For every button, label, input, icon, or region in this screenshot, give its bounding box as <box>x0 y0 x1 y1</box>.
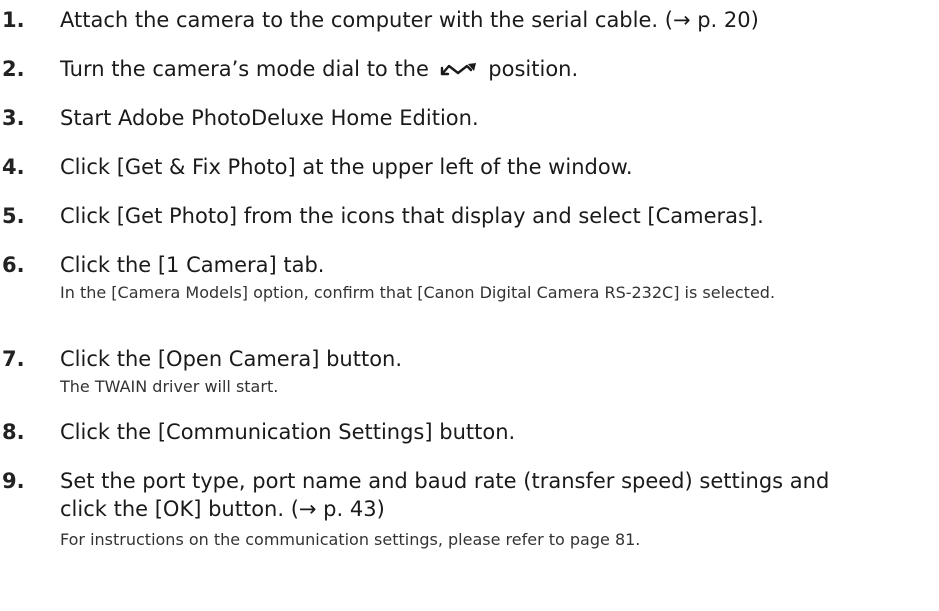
step-note: For instructions on the communication se… <box>60 530 641 549</box>
step-number: 3. <box>2 106 25 130</box>
step-note: In the [Camera Models] option, confirm t… <box>60 283 776 302</box>
step-number: 9. <box>2 469 25 493</box>
step-number: 6. <box>2 253 25 277</box>
step-note: The TWAIN driver will start. <box>60 377 279 396</box>
pc-connection-icon <box>440 57 478 85</box>
step-text-after-icon: position. <box>488 57 579 81</box>
step-text: Click the [Open Camera] button. <box>60 347 403 371</box>
step-number: 4. <box>2 155 25 179</box>
step-text: Set the port type, port name and baud ra… <box>60 469 830 521</box>
step-number: 5. <box>2 204 25 228</box>
step-text: Click the [Communication Settings] butto… <box>60 420 516 444</box>
step-text: Start Adobe PhotoDeluxe Home Edition. <box>60 106 479 130</box>
step-number: 2. <box>2 57 25 81</box>
step-text-before-icon: Turn the camera’s mode dial to the <box>60 57 429 81</box>
step-text: Attach the camera to the computer with t… <box>60 8 759 32</box>
step-text: Click [Get Photo] from the icons that di… <box>60 204 764 228</box>
step-number: 8. <box>2 420 25 444</box>
step-text: Turn the camera’s mode dial to the posit… <box>60 55 578 85</box>
step-text: Click the [1 Camera] tab. <box>60 253 325 277</box>
step-text: Click [Get & Fix Photo] at the upper lef… <box>60 155 633 179</box>
step-number: 7. <box>2 347 25 371</box>
step-number: 1. <box>2 8 25 32</box>
instruction-steps: 1. Attach the camera to the computer wit… <box>0 0 939 611</box>
